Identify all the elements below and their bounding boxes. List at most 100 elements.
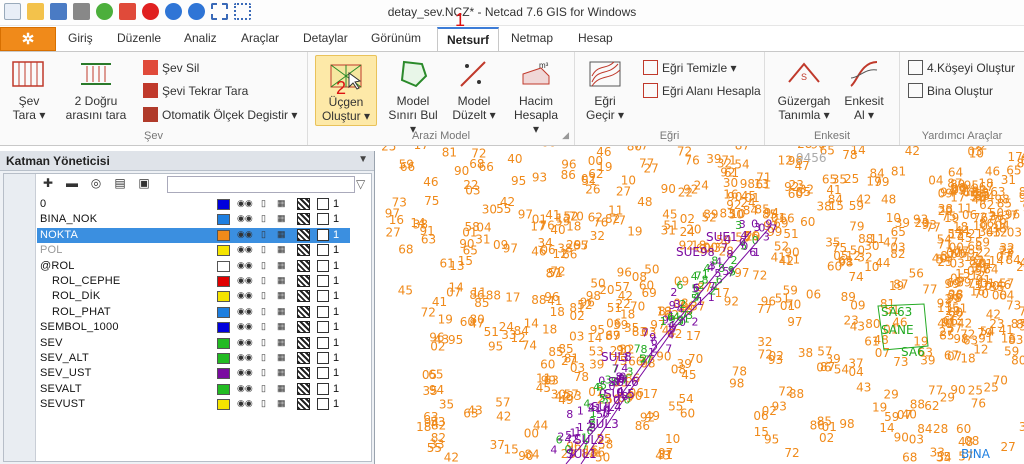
tab-netmap[interactable]: Netmap: [511, 31, 553, 45]
layer-row[interactable]: 0 ◉◉ ▯ ▦ 1: [37, 197, 350, 212]
print-icon[interactable]: ▦: [277, 229, 286, 240]
sev-sil-button[interactable]: Şev Sil: [143, 60, 199, 75]
hatch-pattern-icon[interactable]: [297, 290, 310, 303]
print-icon[interactable]: ▦: [277, 367, 286, 378]
visibility-icon[interactable]: ◉◉: [237, 306, 253, 317]
visibility-icon[interactable]: ◉◉: [237, 290, 253, 301]
layer-row[interactable]: SEVUST ◉◉ ▯ ▦ 1: [37, 397, 350, 412]
hatch-pattern-icon[interactable]: [297, 305, 310, 318]
hatch-pattern-icon[interactable]: [297, 398, 310, 411]
print-icon[interactable]: ▦: [277, 337, 286, 348]
layer-color-swatch[interactable]: [217, 399, 230, 411]
layer-filter-input[interactable]: [167, 176, 355, 193]
remove-layer-icon[interactable]: ▬: [64, 176, 80, 190]
lock-icon[interactable]: ▯: [261, 229, 266, 240]
layer-row[interactable]: BINA_NOK ◉◉ ▯ ▦ 1: [37, 212, 350, 227]
layer-color-swatch[interactable]: [217, 291, 230, 303]
lock-icon[interactable]: ▯: [261, 260, 266, 271]
layer-checkbox[interactable]: [317, 321, 329, 334]
lock-icon[interactable]: ▯: [261, 290, 266, 301]
lock-icon[interactable]: ▯: [261, 321, 266, 332]
visibility-icon[interactable]: ◉◉: [237, 321, 253, 332]
visibility-icon[interactable]: ◉◉: [237, 275, 253, 286]
enkesit-al-button[interactable]: Enkesit Al ▾: [841, 58, 887, 122]
layer-properties-icon[interactable]: ▤: [112, 176, 128, 190]
sev-tara-button[interactable]: Şev Tara ▾: [8, 58, 50, 122]
layer-color-swatch[interactable]: [217, 276, 230, 287]
print-icon[interactable]: ▦: [277, 321, 286, 332]
layer-checkbox[interactable]: [317, 305, 329, 318]
layer-checkbox[interactable]: [317, 382, 329, 395]
visibility-icon[interactable]: ◉◉: [237, 213, 253, 224]
add-layer-icon[interactable]: ✚: [40, 176, 56, 190]
layer-checkbox[interactable]: [317, 244, 329, 257]
layer-row[interactable]: SEVALT ◉◉ ▯ ▦ 1: [37, 382, 350, 397]
hatch-pattern-icon[interactable]: [297, 275, 310, 287]
visibility-icon[interactable]: ◎: [88, 176, 104, 190]
hatch-pattern-icon[interactable]: [297, 382, 310, 395]
visibility-icon[interactable]: ◉◉: [237, 398, 253, 409]
visibility-icon[interactable]: ◉◉: [237, 383, 253, 394]
map-canvas[interactable]: 12 08 27 42 54 99 91 62 42 17 09 42 76 40 93 48 22 27 98 50…: [376, 146, 1024, 464]
lock-icon[interactable]: ▯: [261, 398, 266, 409]
layer-color-swatch[interactable]: [217, 322, 230, 334]
otomatik-olcek-button[interactable]: Otomatik Ölçek Degistir ▾: [143, 107, 297, 122]
egri-temizle-button[interactable]: Eğri Temizle ▾: [643, 60, 737, 75]
hatch-pattern-icon[interactable]: [297, 367, 310, 380]
tab-hesap[interactable]: Hesap: [578, 31, 613, 45]
guzergah-tanimla-button[interactable]: S Güzergah Tanımla ▾: [777, 58, 831, 122]
layer-checkbox[interactable]: [317, 213, 329, 226]
lock-icon[interactable]: ▯: [261, 244, 266, 255]
print-icon[interactable]: ▦: [277, 383, 286, 394]
layer-checkbox[interactable]: [317, 336, 329, 349]
hatch-pattern-icon[interactable]: [297, 213, 310, 226]
hatch-pattern-icon[interactable]: [297, 228, 310, 241]
lock-icon[interactable]: ▯: [261, 367, 266, 378]
print-icon[interactable]: ▦: [277, 198, 286, 209]
lock-icon[interactable]: ▯: [261, 213, 266, 224]
lock-icon[interactable]: ▯: [261, 337, 266, 348]
lock-icon[interactable]: ▯: [261, 306, 266, 317]
layer-checkbox[interactable]: [317, 290, 329, 303]
layer-row[interactable]: SEV_ALT ◉◉ ▯ ▦ 1: [37, 351, 350, 366]
tab-netsurf[interactable]: Netsurf: [437, 27, 500, 52]
iki-dogru-button[interactable]: 2 Doğru arasını tara: [64, 58, 128, 122]
bina-olustur-button[interactable]: Bina Oluştur: [908, 83, 993, 98]
print-icon[interactable]: ▦: [277, 275, 286, 286]
layer-color-swatch[interactable]: [217, 353, 230, 364]
layer-checkbox[interactable]: [317, 367, 329, 380]
tab-giris[interactable]: Giriş: [68, 31, 93, 45]
lock-icon[interactable]: ▯: [261, 275, 266, 286]
layer-row[interactable]: SEMBOL_1000 ◉◉ ▯ ▦ 1: [37, 320, 350, 335]
layer-row[interactable]: ROL_DİK ◉◉ ▯ ▦ 1: [37, 289, 350, 304]
layer-color-swatch[interactable]: [217, 368, 230, 380]
model-siniri-bul-button[interactable]: Model Sınırı Bul ▾: [387, 58, 439, 136]
layer-checkbox[interactable]: [317, 259, 329, 272]
filter-icon[interactable]: ▽: [356, 177, 365, 191]
layer-color-swatch[interactable]: [217, 245, 230, 257]
lock-icon[interactable]: ▯: [261, 352, 266, 363]
print-icon[interactable]: ▦: [277, 306, 286, 317]
layer-color-swatch[interactable]: [217, 337, 230, 349]
lock-icon[interactable]: ▣: [136, 176, 152, 190]
visibility-icon[interactable]: ◉◉: [237, 337, 253, 348]
layer-color-swatch[interactable]: [217, 214, 230, 226]
layer-checkbox[interactable]: [317, 275, 329, 287]
print-icon[interactable]: ▦: [277, 244, 286, 255]
layer-color-swatch[interactable]: [217, 229, 230, 241]
visibility-icon[interactable]: ◉◉: [237, 260, 253, 271]
layer-checkbox[interactable]: [317, 398, 329, 411]
tab-detaylar[interactable]: Detaylar: [303, 31, 348, 45]
sevi-tekrar-tara-button[interactable]: Şevi Tekrar Tara: [143, 83, 248, 98]
layer-row[interactable]: @ROL ◉◉ ▯ ▦ 1: [37, 259, 350, 274]
layer-color-swatch[interactable]: [217, 260, 230, 272]
print-icon[interactable]: ▦: [277, 352, 286, 363]
layer-row[interactable]: NOKTA ◉◉ ▯ ▦ 1: [37, 227, 350, 243]
arazi-model-launcher-icon[interactable]: ◢: [562, 130, 569, 141]
lock-icon[interactable]: ▯: [261, 383, 266, 394]
layer-color-swatch[interactable]: [217, 306, 230, 318]
hatch-pattern-icon[interactable]: [297, 198, 310, 210]
application-menu-button[interactable]: ✲: [0, 27, 56, 51]
print-icon[interactable]: ▦: [277, 260, 286, 271]
tab-gorunum[interactable]: Görünüm: [371, 31, 421, 45]
